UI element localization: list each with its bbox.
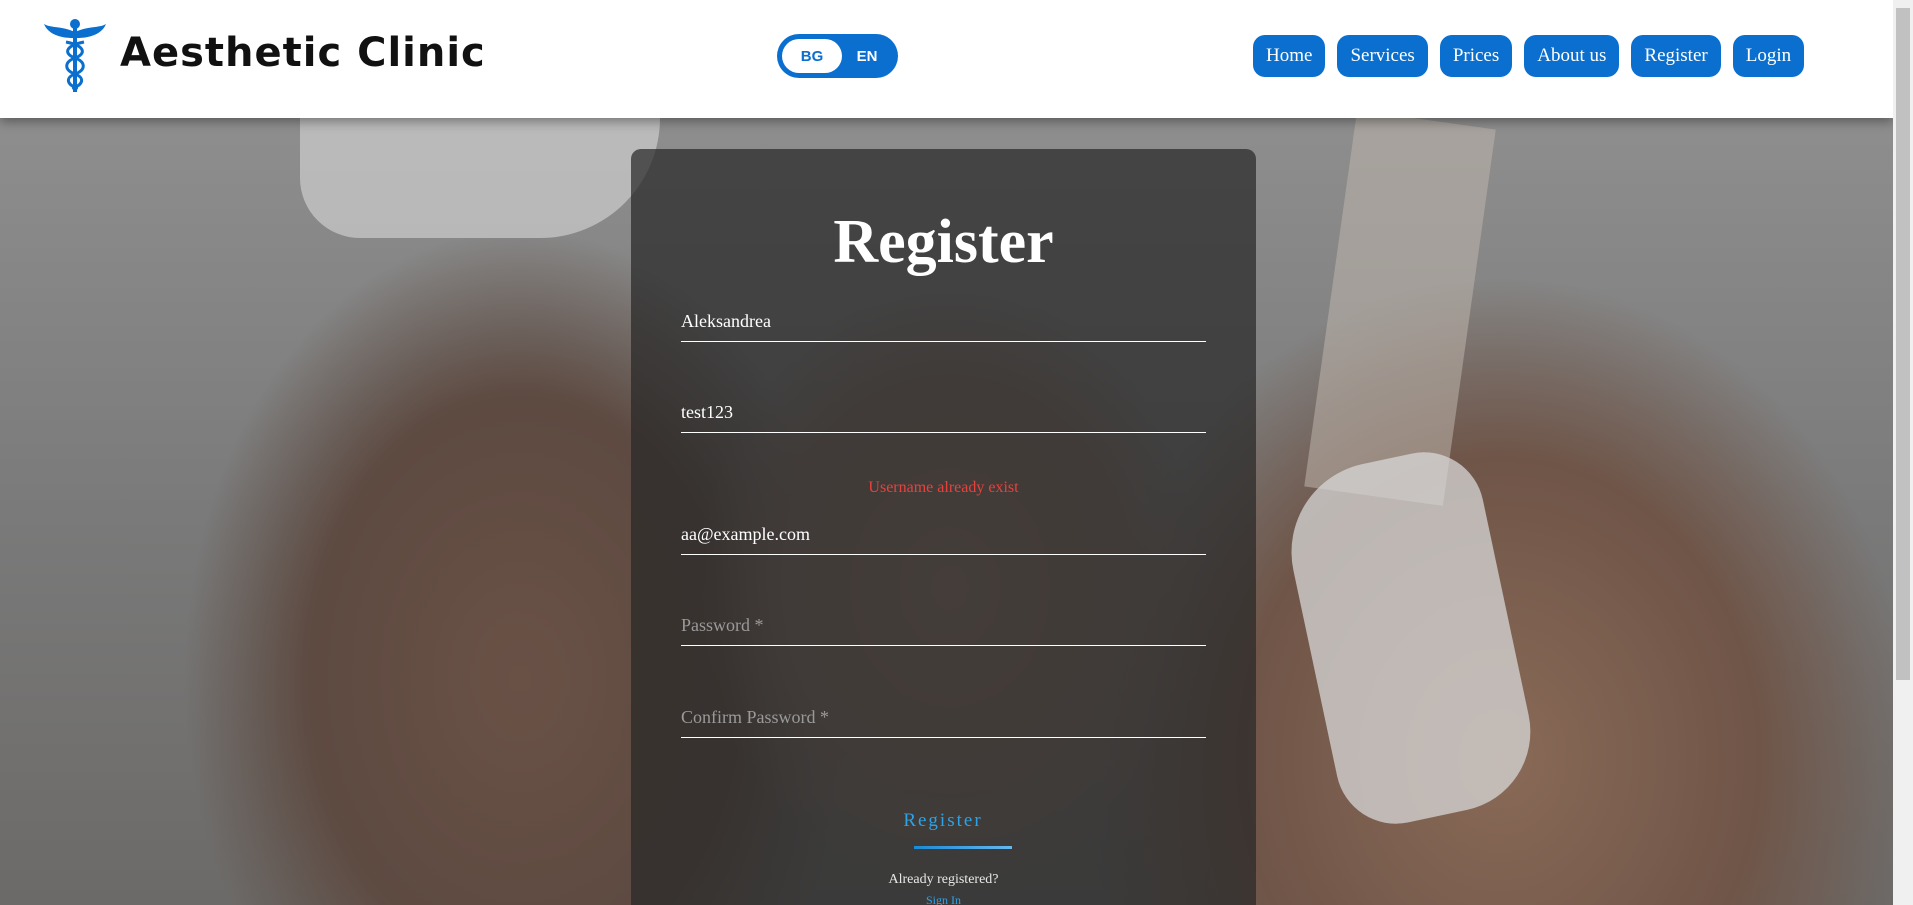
username-field <box>681 393 1206 433</box>
register-submit-underline <box>914 846 1012 849</box>
email-field <box>681 515 1206 555</box>
nav-about-button[interactable]: About us <box>1524 35 1620 77</box>
hero-glove-top-shape <box>300 118 660 238</box>
site-header: Aesthetic Clinic BG EN Home Services Pri… <box>0 0 1893 118</box>
nav-login-button[interactable]: Login <box>1732 35 1805 77</box>
nav-prices-button[interactable]: Prices <box>1439 35 1513 77</box>
password-field <box>681 606 1206 646</box>
register-card: Register Username already exist Register… <box>631 149 1256 905</box>
password-input[interactable] <box>681 606 1206 645</box>
language-option-en[interactable]: EN <box>842 34 892 78</box>
brand-name: Aesthetic Clinic <box>120 30 486 76</box>
confirm-password-input[interactable] <box>681 698 1206 737</box>
nav-register-button[interactable]: Register <box>1631 35 1721 77</box>
username-input[interactable] <box>681 393 1206 432</box>
register-submit-button[interactable]: Register <box>893 810 993 832</box>
page-scrollbar[interactable] <box>1893 0 1913 905</box>
username-error-message: Username already exist <box>868 479 1019 496</box>
register-title: Register <box>833 208 1054 276</box>
sign-in-link[interactable]: Sign In <box>631 893 1256 905</box>
name-field <box>681 302 1206 342</box>
email-input[interactable] <box>681 515 1206 554</box>
nav-services-button[interactable]: Services <box>1337 35 1428 77</box>
scrollbar-thumb[interactable] <box>1896 8 1910 680</box>
hero-glove-shape <box>1274 441 1546 835</box>
hero-arm-shape <box>1304 118 1496 506</box>
main-nav: Home Services Prices About us Register L… <box>1253 35 1805 77</box>
language-option-bg[interactable]: BG <box>782 34 842 78</box>
language-toggle[interactable]: BG EN <box>777 34 898 78</box>
nav-home-button[interactable]: Home <box>1253 35 1326 77</box>
already-registered-text: Already registered? <box>888 872 999 887</box>
caduceus-icon[interactable] <box>42 18 108 94</box>
name-input[interactable] <box>681 302 1206 341</box>
confirm-password-field <box>681 698 1206 738</box>
